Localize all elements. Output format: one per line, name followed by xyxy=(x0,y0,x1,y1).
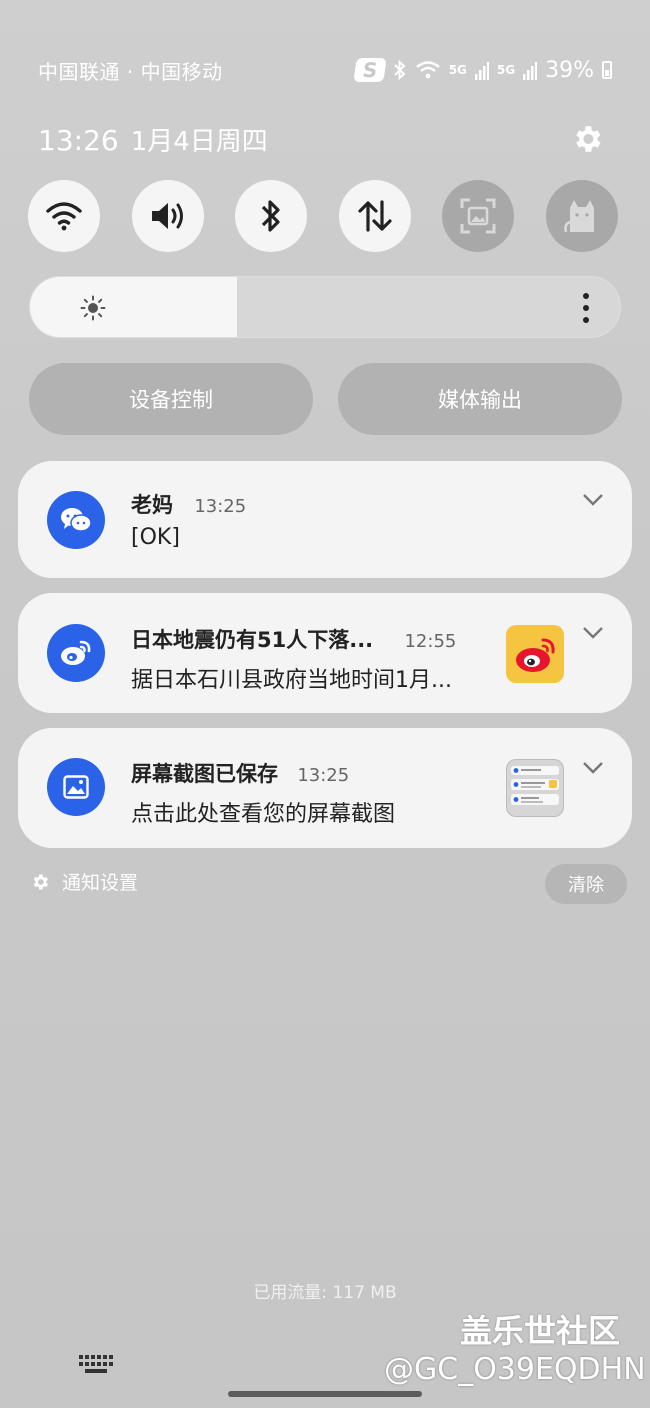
network-5g-label: 5G xyxy=(496,63,516,77)
notification-settings-link[interactable]: 通知设置 xyxy=(30,868,138,895)
volume-icon xyxy=(151,203,183,229)
home-indicator[interactable] xyxy=(228,1391,422,1397)
bluetooth-icon xyxy=(262,200,280,232)
data-transfer-icon xyxy=(358,200,392,232)
clock: 13:26 1月4日周四 xyxy=(38,121,268,158)
notification-title-text: 老妈 xyxy=(131,493,173,517)
weibo-logo xyxy=(506,625,564,683)
notification-card-weibo[interactable]: 日本地震仍有51人下落... 12:55 据日本石川县政府当地时间1月... xyxy=(18,593,632,713)
device-control-button[interactable]: 设备控制 xyxy=(29,363,313,435)
notification-title-text: 屏幕截图已保存 xyxy=(131,762,278,786)
sound-toggle[interactable] xyxy=(131,180,204,252)
wifi-toggle[interactable] xyxy=(28,180,100,252)
watermark-user: @GC_O39EQDHN xyxy=(384,1352,646,1387)
cat-icon xyxy=(564,200,594,233)
brightness-slider[interactable] xyxy=(29,276,621,338)
wechat-icon xyxy=(47,491,105,549)
more-options-icon[interactable] xyxy=(582,293,590,323)
screen-capture-icon xyxy=(460,198,496,234)
cat-toggle[interactable] xyxy=(545,180,618,252)
notification-time: 13:25 xyxy=(194,496,247,517)
signal-icon xyxy=(474,62,489,80)
wifi-icon xyxy=(46,202,82,231)
screenshot-thumbnail xyxy=(506,759,564,817)
notification-body: 点击此处查看您的屏幕截图 xyxy=(131,802,396,827)
chevron-down-icon[interactable] xyxy=(582,626,604,640)
network-5g-label: 5G xyxy=(448,63,467,77)
brightness-fill xyxy=(30,277,237,337)
notification-title: 日本地震仍有51人下落... 12:55 xyxy=(131,624,456,654)
data-usage-label: 已用流量: 117 MB xyxy=(253,1283,397,1303)
notification-time: 12:55 xyxy=(404,631,457,652)
time-label: 13:26 xyxy=(38,123,119,157)
battery-icon xyxy=(602,61,612,79)
clock-row: 13:26 1月4日周四 xyxy=(38,118,604,160)
media-output-button[interactable]: 媒体输出 xyxy=(338,363,622,435)
bluetooth-icon xyxy=(393,60,406,80)
notification-body: [OK] xyxy=(131,525,180,550)
status-icons: S 5G 5G 39% xyxy=(353,57,612,83)
sun-icon xyxy=(80,295,106,321)
keyboard-icon[interactable] xyxy=(78,1354,114,1376)
watermark-site: 盖乐世社区 xyxy=(460,1312,621,1350)
quick-settings xyxy=(28,180,618,252)
gear-icon xyxy=(33,874,48,889)
notification-time: 13:25 xyxy=(297,765,350,786)
screen-capture-toggle[interactable] xyxy=(442,180,515,252)
carrier-label: 中国联通 · 中国移动 xyxy=(38,59,223,84)
notification-settings-label: 通知设置 xyxy=(62,872,139,894)
s-app-icon: S xyxy=(353,58,387,82)
chevron-down-icon[interactable] xyxy=(582,761,604,775)
battery-percent: 39% xyxy=(545,57,594,83)
clear-button[interactable]: 清除 xyxy=(545,864,627,904)
signal-icon xyxy=(523,62,538,80)
mobile-data-toggle[interactable] xyxy=(338,180,411,252)
chevron-down-icon[interactable] xyxy=(582,493,604,507)
date-label: 1月4日周四 xyxy=(130,126,268,157)
notification-card-screenshot[interactable]: 屏幕截图已保存 13:25 点击此处查看您的屏幕截图 xyxy=(18,728,632,848)
wifi-icon xyxy=(415,61,440,79)
settings-gear-icon[interactable] xyxy=(570,122,604,156)
notification-title: 老妈 13:25 xyxy=(131,489,246,519)
notification-card-wechat[interactable]: 老妈 13:25 [OK] xyxy=(18,461,632,578)
gallery-icon xyxy=(47,758,105,816)
notification-body: 据日本石川县政府当地时间1月... xyxy=(131,668,452,693)
notification-title: 屏幕截图已保存 13:25 xyxy=(131,758,349,788)
status-bar: 中国联通 · 中国移动 S 5G 5G 39% xyxy=(38,54,612,86)
bluetooth-toggle[interactable] xyxy=(235,180,308,252)
weibo-icon xyxy=(47,624,105,682)
notification-title-text: 日本地震仍有51人下落... xyxy=(131,628,374,652)
